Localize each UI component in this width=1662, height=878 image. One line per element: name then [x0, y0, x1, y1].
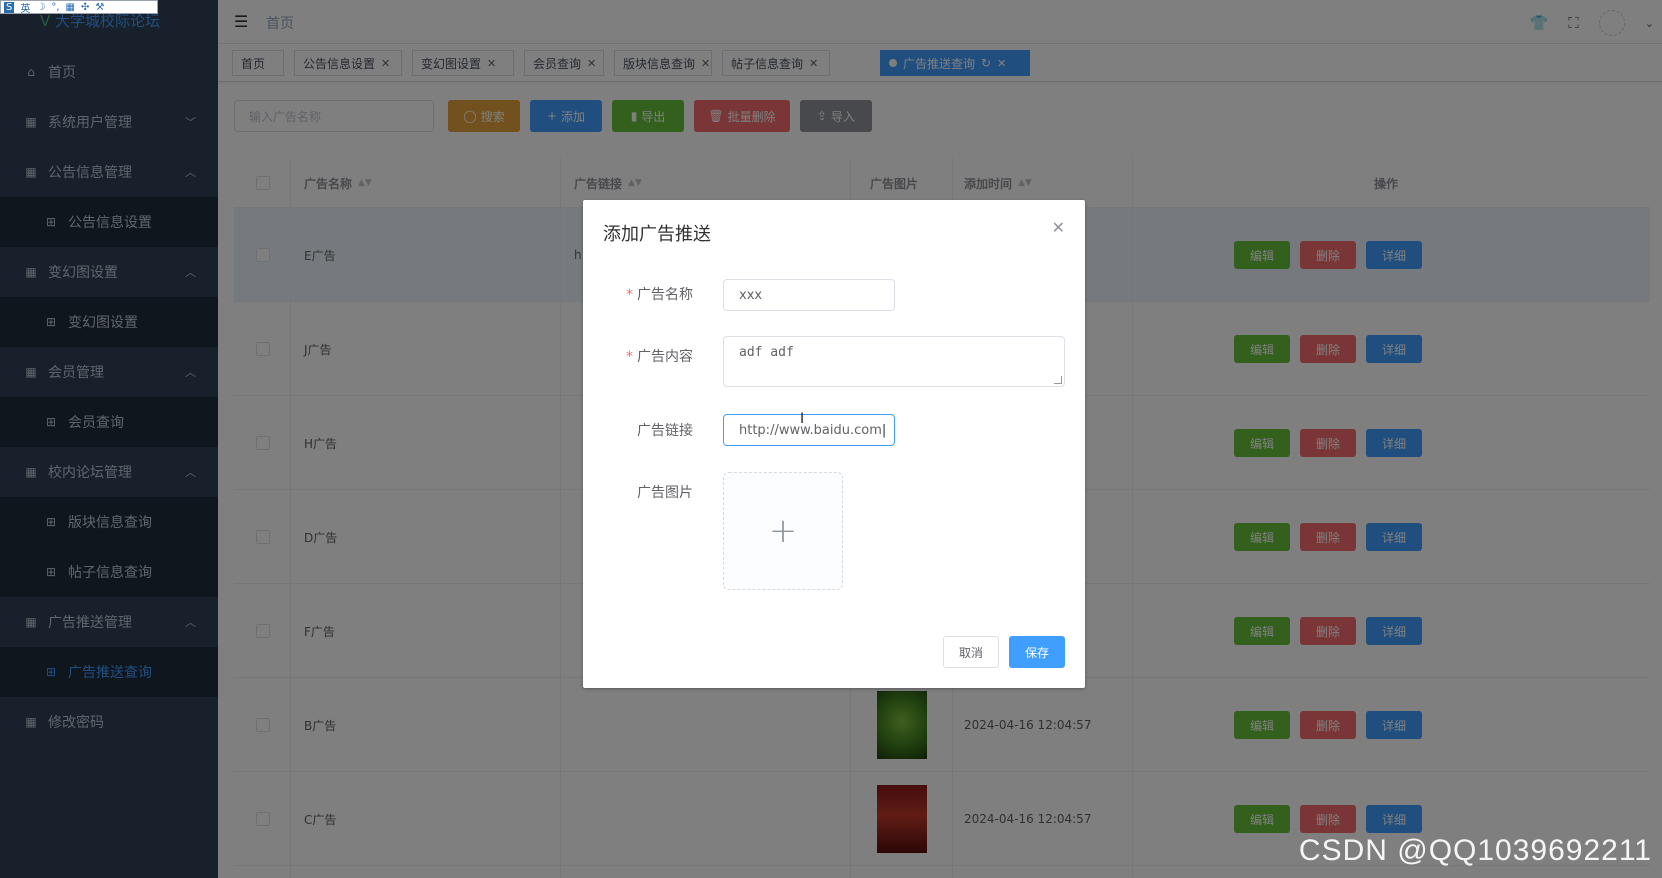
- ad-content-label-text: 广告内容: [637, 349, 693, 365]
- ad-link-label: 广告链接: [583, 420, 693, 440]
- dialog-title: 添加广告推送: [603, 224, 711, 245]
- ad-name-label: * 广告名称: [583, 284, 693, 304]
- watermark: CSDN @QQ1039692211: [1298, 834, 1652, 867]
- ad-content-textarea[interactable]: adf adf: [723, 336, 1065, 387]
- ime-moon-icon[interactable]: ☽: [36, 2, 45, 13]
- ime-mode-icon[interactable]: 英: [20, 0, 30, 15]
- ad-link-label-text: 广告链接: [637, 423, 693, 439]
- ime-tools-icon[interactable]: ✣: [81, 2, 89, 13]
- ime-toolbar[interactable]: S 英 ☽ °, ▦ ✣ ⚒: [0, 0, 158, 15]
- resize-handle[interactable]: [1054, 376, 1062, 384]
- ime-keyboard-icon[interactable]: ▦: [66, 2, 75, 13]
- ad-name-input[interactable]: xxx: [723, 279, 895, 311]
- text-cursor-icon: I: [800, 411, 805, 427]
- image-uploader[interactable]: +: [723, 472, 843, 590]
- add-ad-dialog: 添加广告推送 ✕ * 广告名称 xxx * 广告内容 adf adf 广告链接 ht…: [583, 200, 1085, 688]
- ad-content-label: * 广告内容: [583, 346, 693, 366]
- ad-link-value: http://www.baidu.com: [739, 422, 882, 438]
- text-caret: |: [881, 422, 887, 438]
- ad-link-input[interactable]: http://www.baidu.com |: [723, 414, 895, 446]
- ime-logo-icon: S: [4, 1, 15, 13]
- close-icon[interactable]: ✕: [1052, 218, 1065, 237]
- cancel-button[interactable]: 取消: [943, 636, 999, 668]
- ime-punct-icon[interactable]: °,: [51, 2, 59, 13]
- plus-icon: +: [768, 511, 798, 551]
- ad-content-value: adf adf: [739, 345, 794, 360]
- ime-wrench-icon[interactable]: ⚒: [95, 2, 104, 13]
- ad-image-label-text: 广告图片: [637, 485, 693, 501]
- ad-image-label: 广告图片: [583, 482, 693, 502]
- ad-name-label-text: 广告名称: [637, 287, 693, 303]
- required-mark: *: [626, 287, 633, 303]
- save-button[interactable]: 保存: [1009, 636, 1065, 668]
- required-mark: *: [626, 349, 633, 365]
